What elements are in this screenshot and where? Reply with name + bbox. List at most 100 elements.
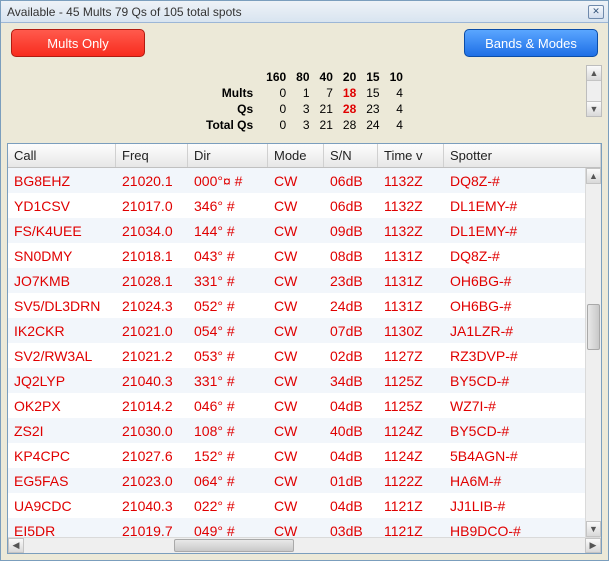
cell-time: 1125Z	[378, 373, 444, 389]
table-row[interactable]: BG8EHZ21020.1000°¤ #CW06dB1132ZDQ8Z-#	[8, 168, 601, 193]
table-row[interactable]: SV5/DL3DRN21024.3052° #CW24dB1131ZOH6BG-…	[8, 293, 601, 318]
cell-freq: 21019.7	[116, 523, 188, 538]
chevron-down-icon[interactable]: ▼	[586, 521, 601, 537]
bands-modes-button[interactable]: Bands & Modes	[464, 29, 598, 57]
table-row[interactable]: OK2PX21014.2046° #CW04dB1125ZWZ7I-#	[8, 393, 601, 418]
cell-sn: 06dB	[324, 198, 378, 214]
cell-freq: 21014.2	[116, 398, 188, 414]
cell-dir: 152° #	[188, 448, 268, 464]
cell-time: 1125Z	[378, 398, 444, 414]
table-row[interactable]: EI5DR21019.7049° #CW03dB1121ZHB9DCO-#	[8, 518, 601, 537]
band-hdr: 160	[261, 69, 291, 85]
scroll-thumb[interactable]	[587, 304, 600, 350]
col-dir[interactable]: Dir	[188, 144, 268, 167]
cell-call: SV5/DL3DRN	[8, 298, 116, 314]
chevron-up-icon[interactable]: ▲	[586, 168, 601, 184]
col-spotter[interactable]: Spotter	[444, 144, 601, 167]
cell-sn: 04dB	[324, 398, 378, 414]
cell-time: 1130Z	[378, 323, 444, 339]
table-row[interactable]: YD1CSV21017.0346° #CW06dB1132ZDL1EMY-#	[8, 193, 601, 218]
summary-cell: 1	[291, 85, 314, 101]
summary-cell: 24	[361, 117, 384, 133]
summary-row-label: Total Qs	[201, 117, 261, 133]
col-time[interactable]: Time v	[378, 144, 444, 167]
cell-freq: 21040.3	[116, 373, 188, 389]
cell-freq: 21018.1	[116, 248, 188, 264]
horizontal-scrollbar[interactable]: ◀ ▶	[8, 537, 601, 553]
table-row[interactable]: SV2/RW3AL21021.2053° #CW02dB1127ZRZ3DVP-…	[8, 343, 601, 368]
band-hdr: 20	[338, 69, 361, 85]
cell-freq: 21030.0	[116, 423, 188, 439]
table-row[interactable]: EG5FAS21023.0064° #CW01dB1122ZHA6M-#	[8, 468, 601, 493]
table-row[interactable]: SN0DMY21018.1043° #CW08dB1131ZDQ8Z-#	[8, 243, 601, 268]
cell-mode: CW	[268, 198, 324, 214]
title-text: Available - 45 Mults 79 Qs of 105 total …	[5, 5, 588, 19]
scroll-thumb[interactable]	[174, 539, 294, 552]
cell-call: IK2CKR	[8, 323, 116, 339]
summary-cell: 4	[385, 101, 408, 117]
summary-cell: 28	[338, 117, 361, 133]
chevron-left-icon[interactable]: ◀	[8, 538, 24, 553]
cell-time: 1121Z	[378, 523, 444, 538]
table-row[interactable]: FS/K4UEE21034.0144° #CW09dB1132ZDL1EMY-#	[8, 218, 601, 243]
cell-spotter: HA6M-#	[444, 473, 601, 489]
cell-sn: 03dB	[324, 523, 378, 538]
cell-mode: CW	[268, 498, 324, 514]
summary-cell: 21	[315, 101, 338, 117]
table-row[interactable]: JO7KMB21028.1331° #CW23dB1131ZOH6BG-#	[8, 268, 601, 293]
table-row[interactable]: KP4CPC21027.6152° #CW04dB1124Z5B4AGN-#	[8, 443, 601, 468]
cell-spotter: WZ7I-#	[444, 398, 601, 414]
grid-header: Call Freq Dir Mode S/N Time v Spotter	[8, 144, 601, 168]
summary-row-label: Mults	[201, 85, 261, 101]
cell-call: SN0DMY	[8, 248, 116, 264]
cell-freq: 21024.3	[116, 298, 188, 314]
cell-spotter: JA1LZR-#	[444, 323, 601, 339]
summary-cell: 0	[261, 85, 291, 101]
cell-freq: 21034.0	[116, 223, 188, 239]
summary-cell: 23	[361, 101, 384, 117]
cell-time: 1127Z	[378, 348, 444, 364]
col-call[interactable]: Call	[8, 144, 116, 167]
summary-scrollbar[interactable]: ▲ ▼	[586, 65, 602, 117]
cell-sn: 09dB	[324, 223, 378, 239]
col-mode[interactable]: Mode	[268, 144, 324, 167]
cell-sn: 06dB	[324, 173, 378, 189]
cell-mode: CW	[268, 298, 324, 314]
cell-mode: CW	[268, 348, 324, 364]
summary-cell: 28	[338, 101, 361, 117]
chevron-down-icon[interactable]: ▼	[587, 101, 601, 116]
cell-freq: 21020.1	[116, 173, 188, 189]
table-row[interactable]: UA9CDC21040.3022° #CW04dB1121ZJJ1LIB-#	[8, 493, 601, 518]
summary-cell: 4	[385, 85, 408, 101]
table-row[interactable]: IK2CKR21021.0054° #CW07dB1130ZJA1LZR-#	[8, 318, 601, 343]
cell-dir: 046° #	[188, 398, 268, 414]
scroll-track[interactable]	[24, 538, 585, 553]
vertical-scrollbar[interactable]: ▲ ▼	[585, 168, 601, 537]
band-hdr: 40	[315, 69, 338, 85]
cell-dir: 331° #	[188, 273, 268, 289]
mults-only-button[interactable]: Mults Only	[11, 29, 145, 57]
cell-spotter: OH6BG-#	[444, 298, 601, 314]
chevron-right-icon[interactable]: ▶	[585, 538, 601, 553]
chevron-up-icon[interactable]: ▲	[587, 66, 601, 81]
cell-mode: CW	[268, 323, 324, 339]
table-row[interactable]: ZS2I21030.0108° #CW40dB1124ZBY5CD-#	[8, 418, 601, 443]
toolbar: Mults Only Bands & Modes	[1, 23, 608, 61]
available-window: Available - 45 Mults 79 Qs of 105 total …	[0, 0, 609, 561]
cell-time: 1124Z	[378, 423, 444, 439]
cell-spotter: BY5CD-#	[444, 373, 601, 389]
cell-call: UA9CDC	[8, 498, 116, 514]
cell-mode: CW	[268, 398, 324, 414]
summary-cell: 15	[361, 85, 384, 101]
scroll-track[interactable]	[586, 184, 601, 521]
cell-mode: CW	[268, 223, 324, 239]
col-freq[interactable]: Freq	[116, 144, 188, 167]
table-row[interactable]: JQ2LYP21040.3331° #CW34dB1125ZBY5CD-#	[8, 368, 601, 393]
grid-body: BG8EHZ21020.1000°¤ #CW06dB1132ZDQ8Z-#YD1…	[8, 168, 601, 537]
summary-cell: 18	[338, 85, 361, 101]
cell-freq: 21017.0	[116, 198, 188, 214]
col-sn[interactable]: S/N	[324, 144, 378, 167]
close-icon[interactable]: ✕	[588, 5, 604, 19]
cell-sn: 04dB	[324, 498, 378, 514]
cell-sn: 02dB	[324, 348, 378, 364]
